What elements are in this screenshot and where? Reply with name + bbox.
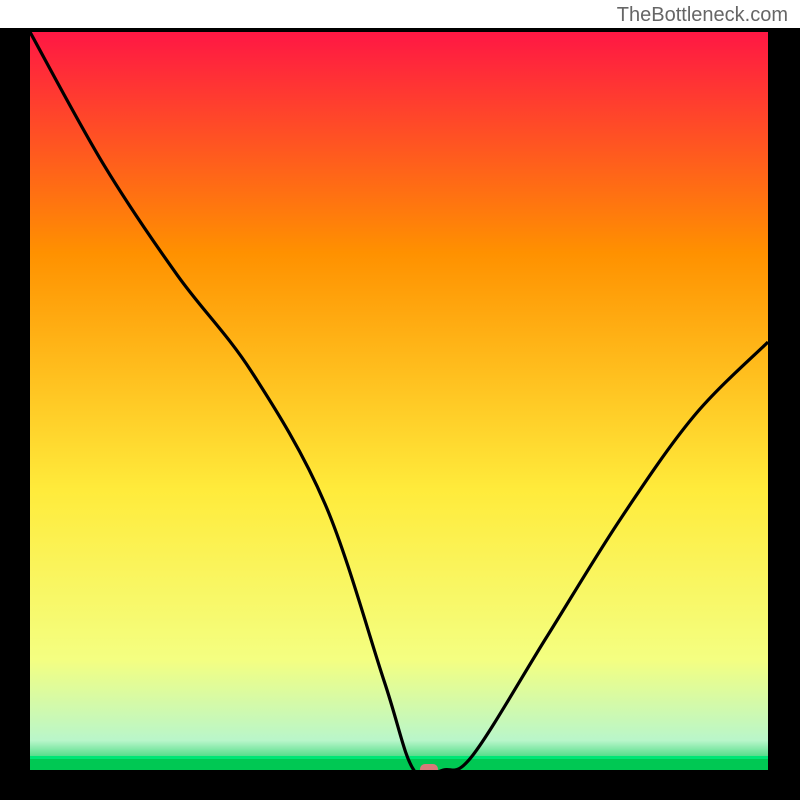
bottleneck-curve — [30, 32, 768, 770]
optimal-marker — [420, 764, 438, 770]
chart-root: TheBottleneck.com — [0, 0, 800, 800]
plot-area — [30, 32, 768, 770]
chart-frame — [0, 28, 800, 800]
watermark-text: TheBottleneck.com — [617, 4, 788, 27]
